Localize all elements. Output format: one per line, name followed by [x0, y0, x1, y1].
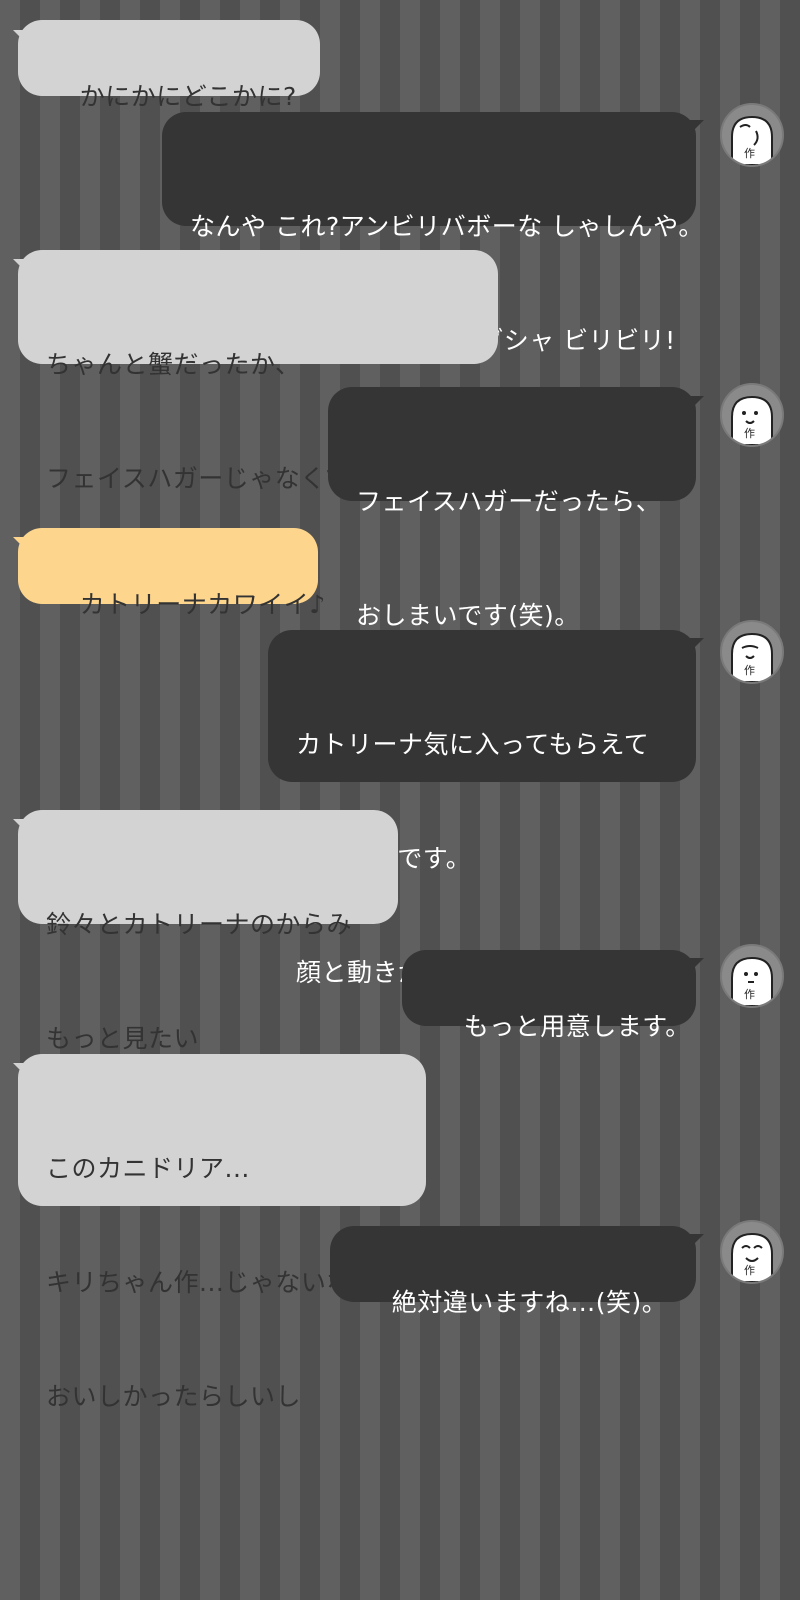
- author-avatar-icon[interactable]: 作: [720, 383, 784, 447]
- message-text: フェイスハガーだったら、: [356, 487, 662, 516]
- author-avatar-icon[interactable]: 作: [720, 620, 784, 684]
- message-bubble[interactable]: 鈴々とカトリーナのからみ もっと見たい: [18, 810, 398, 1053]
- message-text: もっと見たい: [46, 1024, 200, 1053]
- message-bubble[interactable]: ちゃんと蟹だったか、 フェイスハガーじゃなくてよかった: [18, 250, 498, 493]
- message-bubble[interactable]: カトリーナ気に入ってもらえて うれしいです。 顔と動きがたのしい。: [268, 630, 696, 987]
- message-bubble[interactable]: もっと用意します。: [402, 950, 696, 1041]
- bubble-tail: [690, 958, 704, 972]
- message-text: カトリーナ気に入ってもらえて: [296, 730, 650, 759]
- message-bubble[interactable]: フェイスハガーだったら、 おしまいです(笑)。: [328, 387, 696, 630]
- message-text: このカニドリア...: [46, 1154, 250, 1183]
- message-bubble[interactable]: なんや これ?アンビリバボーな しゃしんや。 こんなん こうしてやる、グシャ ビ…: [162, 112, 703, 355]
- avatar-label: 作: [744, 147, 755, 160]
- message-bubble-highlight[interactable]: カトリーナカワイイ♪: [18, 528, 325, 619]
- message-bubble[interactable]: かにかにどこかに?: [18, 20, 320, 111]
- author-avatar-icon[interactable]: 作: [720, 103, 784, 167]
- author-avatar-icon[interactable]: 作: [720, 1220, 784, 1284]
- message-text: かにかにどこかに?: [79, 82, 297, 111]
- bubble-tail: [690, 1234, 704, 1248]
- avatar-label: 作: [744, 664, 755, 677]
- avatar-label: 作: [744, 1264, 755, 1277]
- bubble-tail: [690, 120, 704, 134]
- message-text: カトリーナカワイイ♪: [79, 590, 326, 619]
- message-text: なんや これ?アンビリバボーな しゃしんや。: [190, 212, 704, 241]
- chat-screen: { "messages": [ {"side": "in", "lines": …: [0, 0, 800, 1600]
- message-text: ちゃんと蟹だったか、: [46, 350, 301, 379]
- message-text: おいしかったらしいし: [46, 1382, 302, 1411]
- message-text: 絶対違いますね…(笑)。: [391, 1288, 668, 1317]
- message-text: 鈴々とカトリーナのからみ: [46, 910, 353, 939]
- message-bubble[interactable]: 絶対違いますね…(笑)。: [330, 1226, 696, 1317]
- avatar-label: 作: [744, 988, 755, 1001]
- message-bubble[interactable]: このカニドリア... キリちゃん作...じゃないな... おいしかったらしいし: [18, 1054, 426, 1411]
- avatar-label: 作: [744, 427, 755, 440]
- author-avatar-icon[interactable]: 作: [720, 944, 784, 1008]
- message-text: もっと用意します。: [463, 1012, 691, 1041]
- bubble-tail: [690, 638, 704, 652]
- bubble-tail: [690, 396, 704, 410]
